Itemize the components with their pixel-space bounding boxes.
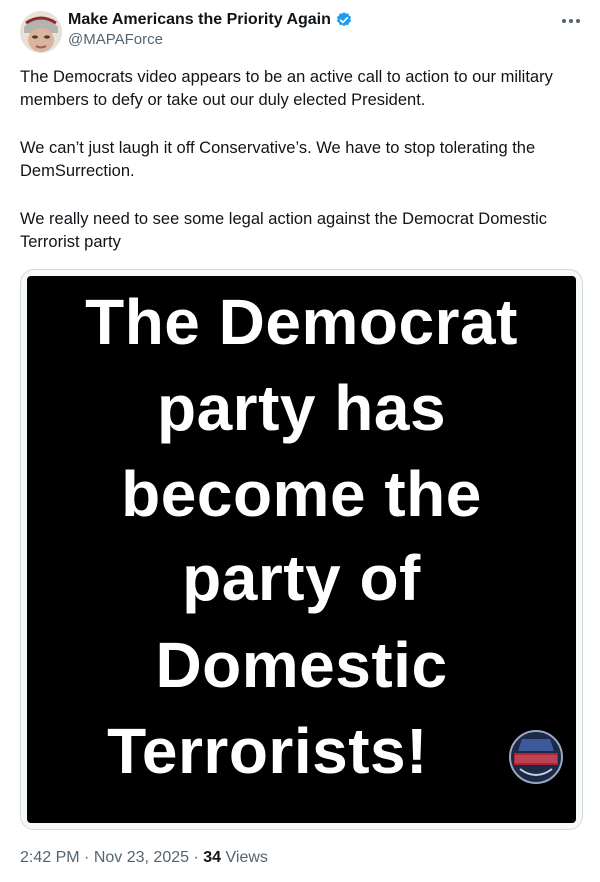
tweet-header: Make Americans the Priority Again @MAPAF…	[20, 8, 588, 56]
meme-text-line: Domestic	[155, 629, 448, 701]
more-horizontal-icon	[562, 19, 580, 23]
tweet-paragraph: We can’t just laugh it off Conservative’…	[20, 139, 536, 180]
author-name-row[interactable]: Make Americans the Priority Again	[68, 9, 353, 30]
author-display-name[interactable]: Make Americans the Priority Again	[68, 9, 331, 30]
meme-text-line: become the	[121, 458, 482, 530]
meme-image: The Democrat party has become the party …	[27, 276, 576, 823]
tweet-media-image[interactable]: The Democrat party has become the party …	[20, 269, 583, 830]
more-options-button[interactable]	[554, 10, 588, 32]
mapaforce-logo-icon	[509, 730, 563, 784]
meta-separator: ·	[84, 849, 90, 866]
author-handle[interactable]: @MAPAForce	[68, 30, 353, 49]
meme-text-line: party has	[156, 372, 447, 444]
views-count[interactable]: 34	[203, 849, 221, 866]
tweet-text: The Democrats video appears to be an act…	[20, 66, 580, 279]
meme-text-line: Terrorists!	[107, 715, 428, 787]
meme-text-line: party of	[182, 542, 421, 614]
tweet-date[interactable]: Nov 23, 2025	[94, 849, 189, 866]
avatar[interactable]	[20, 11, 62, 53]
views-label: Views	[225, 849, 268, 866]
tweet-meta: 2:42 PM · Nov 23, 2025 · 34 Views	[20, 848, 268, 868]
tweet-paragraph: The Democrats video appears to be an act…	[20, 68, 553, 109]
meta-separator: ·	[193, 849, 199, 866]
meme-text-line: The Democrat	[85, 286, 518, 358]
tweet-paragraph: We really need to see some legal action …	[20, 210, 548, 251]
avatar-image	[20, 11, 62, 53]
tweet-time[interactable]: 2:42 PM	[20, 849, 80, 866]
verified-badge-icon[interactable]	[335, 11, 353, 29]
